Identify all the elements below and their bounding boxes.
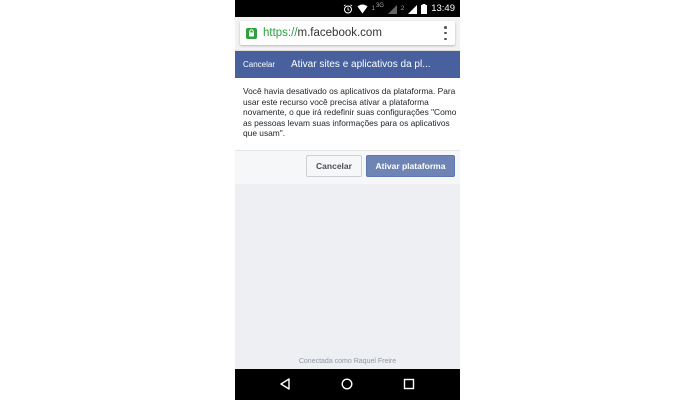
logged-in-footer: Conectada como Raquel Freire (298, 358, 397, 365)
sim-1-label: 1 (371, 5, 375, 12)
phone-screen: 1 3G 2 13:49 https://m.facebook.com Canc… (235, 0, 460, 400)
signal-2-icon (408, 4, 418, 14)
back-icon[interactable] (278, 377, 292, 391)
dialog-body: Você havia desativado os aplicativos da … (235, 78, 460, 150)
recents-icon[interactable] (402, 377, 416, 391)
more-vert-icon[interactable] (444, 26, 447, 40)
signal-1-icon (387, 4, 397, 14)
header-cancel-link[interactable]: Cancelar (243, 60, 275, 69)
sim-2-label: 2 (400, 5, 405, 12)
lock-icon (246, 27, 257, 39)
android-nav-bar (235, 369, 460, 400)
clock: 13:49 (431, 3, 455, 14)
status-bar: 1 3G 2 13:49 (235, 0, 460, 17)
dialog-title: Ativar sites e aplicativos da pl... (291, 59, 431, 70)
network-type-label: 3G (375, 3, 384, 9)
url-text[interactable]: https://m.facebook.com (263, 27, 382, 39)
status-icons: 1 3G 2 13:49 (343, 2, 455, 15)
url-scheme: https:// (263, 27, 298, 39)
wifi-icon (357, 4, 368, 13)
activate-platform-button[interactable]: Ativar plataforma (366, 155, 455, 177)
dialog-header: Cancelar Ativar sites e aplicativos da p… (235, 51, 460, 78)
dialog-button-bar: Cancelar Ativar plataforma (235, 150, 460, 184)
dialog-message: Você havia desativado os aplicativos da … (243, 86, 457, 139)
battery-icon (421, 3, 428, 14)
address-bar[interactable]: https://m.facebook.com (240, 21, 455, 45)
url-host: m.facebook.com (297, 27, 382, 39)
alarm-icon (343, 3, 352, 13)
home-icon[interactable] (340, 377, 354, 391)
cancel-button[interactable]: Cancelar (306, 155, 362, 177)
browser-toolbar: https://m.facebook.com (235, 17, 460, 51)
